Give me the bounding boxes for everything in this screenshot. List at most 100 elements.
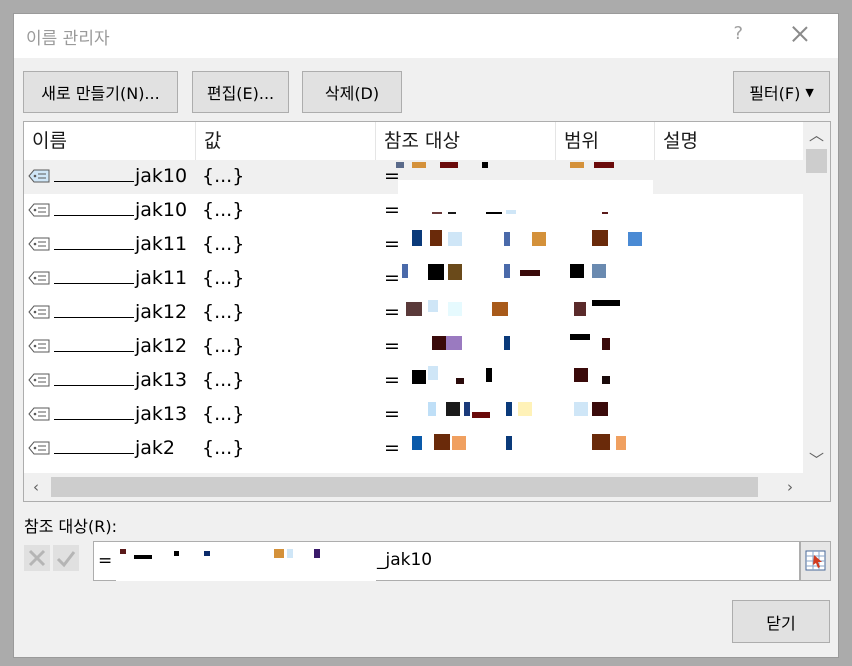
list-item[interactable]: jak10 {...} = [24,194,804,228]
redaction-box [398,214,653,228]
column-header-scope[interactable]: 범위 [556,122,655,160]
column-header-name[interactable]: 이름 [24,122,196,160]
redacted-pixel [574,368,588,382]
collapse-dialog-button[interactable] [800,541,831,581]
redacted-pixel [452,436,466,450]
row-name: jak2 [54,437,175,459]
redacted-pixel [412,230,422,246]
name-tag-icon [28,339,50,353]
redacted-pixel [482,162,488,168]
row-name-text: jak10 [135,199,188,221]
column-header-comment[interactable]: 설명 [655,122,804,160]
column-header-refers-to[interactable]: 참조 대상 [376,122,556,160]
refers-to-suffix: _jak10 [377,550,433,570]
redacted-name-prefix [54,385,134,386]
list-item[interactable]: jak11 {...} = [24,228,804,262]
names-list[interactable]: 이름 값 참조 대상 범위 설명 jak10 {...} = jak10 {...} = j… [23,121,831,502]
name-tag-icon [28,441,50,455]
confirm-edit-icon[interactable] [53,545,79,571]
redacted-pixel [506,402,512,416]
edit-button[interactable]: 편집(E)... [192,71,289,113]
redacted-pixel [428,264,444,280]
scroll-right-icon[interactable]: › [778,473,802,501]
scroll-down-icon[interactable]: ﹀ [803,447,830,473]
redacted-pixel [570,334,590,340]
redacted-name-prefix [54,317,134,318]
list-item[interactable]: jak2 {...} = [24,432,804,466]
column-header-value[interactable]: 값 [196,122,376,160]
redacted-pixel [396,162,404,168]
scroll-left-icon[interactable]: ‹ [24,473,48,501]
new-button[interactable]: 새로 만들기(N)... [23,71,178,113]
redacted-name-prefix [54,351,134,352]
redacted-pixel [592,230,608,246]
redacted-pixel [570,162,584,168]
redaction-box [398,384,653,398]
delete-button[interactable]: 삭제(D) [302,71,402,113]
redaction-box [398,452,653,466]
redacted-pixel [428,300,438,312]
redacted-pixel [592,264,606,278]
horizontal-scroll-thumb[interactable] [51,477,758,497]
vertical-scrollbar[interactable]: ︿ ﹀ [803,122,830,473]
list-rows: jak10 {...} = jak10 {...} = jak11 {...} = jak11 {.… [24,160,804,473]
redacted-pixel [594,162,614,168]
list-item[interactable]: jak12 {...} = [24,296,804,330]
row-name-text: jak10 [135,165,188,187]
redacted-pixel [402,264,408,278]
redacted-pixel [406,302,422,316]
redaction-box [398,180,653,194]
list-item[interactable]: jak10 {...} = [24,160,804,194]
redacted-pixel [430,230,442,246]
cancel-edit-icon[interactable] [24,545,50,571]
redacted-pixel [412,370,426,384]
redacted-pixel [532,232,546,246]
name-tag-icon [28,407,50,421]
filter-label: 필터(F) [749,84,801,103]
redacted-pixel [412,162,426,168]
row-name-text: jak2 [135,437,176,459]
redacted-pixel [504,336,510,350]
redacted-pixel [446,402,460,416]
redacted-pixel [570,264,584,278]
redacted-pixel [518,402,532,416]
row-value: {...} [202,199,245,221]
redacted-pixel [574,402,588,416]
close-icon[interactable] [788,22,812,46]
list-item[interactable]: jak13 {...} = [24,398,804,432]
filter-button[interactable]: 필터(F) ▼ [733,71,830,113]
scroll-up-icon[interactable]: ︿ [803,122,830,148]
redacted-pixel [616,436,626,450]
vertical-scroll-thumb[interactable] [806,149,827,173]
list-item[interactable]: jak11 {...} = [24,262,804,296]
row-value: {...} [202,369,245,391]
redaction-box [398,350,653,364]
close-dialog-button[interactable]: 닫기 [732,600,830,643]
redacted-pixel [486,368,492,382]
redacted-pixel [412,436,422,450]
name-manager-dialog: 이름 관리자 ? 새로 만들기(N)... 편집(E)... 삭제(D) 필터(… [13,13,839,658]
window-title: 이름 관리자 [26,29,110,49]
name-tag-icon [28,373,50,387]
title-bar: 이름 관리자 ? [14,14,838,58]
redacted-name-prefix [54,249,134,250]
row-name-text: jak12 [135,301,188,323]
row-name-text: jak11 [135,233,188,255]
range-select-icon [805,550,826,571]
help-button[interactable]: ? [733,23,743,44]
row-value: {...} [202,267,245,289]
row-name-text: jak13 [135,403,188,425]
redacted-name-prefix [54,215,134,216]
refers-to-label: 참조 대상(R): [24,517,117,536]
row-value: {...} [202,335,245,357]
row-name: jak12 [54,301,187,323]
list-item[interactable]: jak12 {...} = [24,330,804,364]
horizontal-scrollbar[interactable]: ‹ › [24,473,804,501]
name-tag-icon [28,169,50,183]
refers-to-input[interactable]: = _jak10 [93,541,800,581]
redacted-pixel [506,436,512,450]
list-item[interactable]: jak13 {...} = [24,364,804,398]
row-name-text: jak12 [135,335,188,357]
redacted-pixel [446,336,462,350]
row-name-text: jak13 [135,369,188,391]
